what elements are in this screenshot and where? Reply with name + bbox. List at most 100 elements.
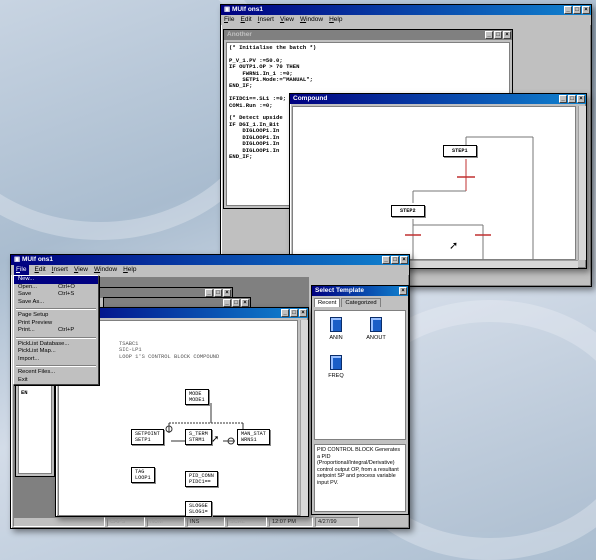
sfc-step[interactable]: STEP2 bbox=[391, 205, 425, 217]
menu-insert[interactable]: Insert bbox=[258, 15, 274, 25]
menu-file[interactable]: File bbox=[14, 265, 29, 275]
minimize-button[interactable]: _ bbox=[382, 256, 390, 264]
file-menu-print[interactable]: Print... Ctrl+P bbox=[14, 327, 98, 335]
status-ins: INS bbox=[187, 517, 225, 527]
template-panel: Select Template × Recent Categorized ANI… bbox=[311, 285, 409, 515]
file-menu-save-as[interactable]: Save As... bbox=[14, 299, 98, 307]
minimize-button[interactable]: _ bbox=[223, 299, 231, 307]
maximize-button[interactable]: □ bbox=[391, 256, 399, 264]
vertical-scrollbar[interactable] bbox=[578, 106, 586, 260]
template-tabs: Recent Categorized bbox=[312, 296, 408, 307]
menu-shortcut: Ctrl+P bbox=[58, 327, 75, 333]
menu-item-label: Save As... bbox=[18, 298, 45, 305]
template-description: PID CONTROL BLOCK Generates a PID (Propo… bbox=[314, 444, 406, 512]
menu-file[interactable]: File bbox=[224, 15, 235, 25]
main-app-window: ▣ MUIf ons1 _ □ × File Edit Insert View Wi… bbox=[10, 254, 410, 529]
template-item-label: ANOUT bbox=[366, 335, 386, 341]
menu-view[interactable]: View bbox=[280, 15, 294, 25]
fbd-block-manstat[interactable]: MAN_STAT WRNS1 bbox=[237, 429, 270, 445]
top-app-menubar: File Edit Insert View Window Help bbox=[221, 15, 591, 25]
sfc-step[interactable]: STEP1 bbox=[443, 145, 477, 157]
close-button[interactable]: × bbox=[399, 287, 407, 295]
maximize-button[interactable]: □ bbox=[568, 95, 576, 103]
main-app-titlebar: ▣ MUIf ons1 _ □ × bbox=[11, 255, 409, 265]
close-button[interactable]: × bbox=[577, 95, 585, 103]
menu-view[interactable]: View bbox=[74, 265, 88, 275]
maximize-button[interactable]: □ bbox=[232, 299, 240, 307]
menu-help[interactable]: Help bbox=[123, 265, 136, 275]
template-item-anin[interactable]: ANIN bbox=[321, 317, 351, 341]
minimize-button[interactable]: _ bbox=[564, 6, 572, 14]
close-button[interactable]: × bbox=[400, 256, 408, 264]
menu-separator bbox=[16, 365, 96, 367]
tab-categorized[interactable]: Categorized bbox=[341, 298, 381, 307]
file-menu-exit[interactable]: Exit bbox=[14, 377, 98, 385]
fbd-block-tag[interactable]: TAG LOOP1 bbox=[131, 467, 155, 483]
menu-insert[interactable]: Insert bbox=[52, 265, 68, 275]
menu-item-label: Import... bbox=[18, 355, 40, 362]
fbd-block-slogger[interactable]: SLOGGE SLOG1= bbox=[185, 501, 212, 517]
menu-item-label: Open... bbox=[18, 283, 38, 290]
file-menu-print-preview[interactable]: Print Preview bbox=[14, 320, 98, 328]
vertical-scrollbar[interactable] bbox=[300, 320, 308, 516]
compound-title: Compound bbox=[293, 95, 328, 102]
minimize-button[interactable]: _ bbox=[281, 309, 289, 317]
menu-window[interactable]: Window bbox=[300, 15, 323, 25]
menu-edit[interactable]: Edit bbox=[241, 15, 252, 25]
file-menu-picklist-database[interactable]: PickList Database... bbox=[14, 341, 98, 349]
file-menu-picklist-map[interactable]: PickList Map... bbox=[14, 348, 98, 356]
menu-item-label: PickList Map... bbox=[18, 348, 56, 354]
file-menu-new[interactable]: New... bbox=[14, 276, 98, 284]
template-item-label: FREQ bbox=[328, 373, 344, 379]
maximize-button[interactable]: □ bbox=[573, 6, 581, 14]
file-menu-recent-files[interactable]: Recent Files... bbox=[14, 369, 98, 377]
template-title: Select Template bbox=[315, 287, 365, 294]
menu-window[interactable]: Window bbox=[94, 265, 117, 275]
file-menu-import[interactable]: Import... bbox=[14, 356, 98, 364]
maximize-button[interactable]: □ bbox=[494, 31, 502, 39]
compound-titlebar: Compound _ □ × bbox=[290, 94, 586, 104]
fbd-block-mode[interactable]: MODE MODE1 bbox=[185, 389, 209, 405]
close-button[interactable]: × bbox=[241, 299, 249, 307]
menu-separator bbox=[16, 308, 96, 310]
menu-edit[interactable]: Edit bbox=[35, 265, 46, 275]
sfc-connections bbox=[405, 136, 534, 261]
status-num: NUM bbox=[147, 517, 185, 527]
main-app-title: MUIf ons1 bbox=[21, 256, 54, 263]
close-button[interactable]: × bbox=[582, 6, 590, 14]
main-app-menubar: File Edit Insert View Window Help bbox=[11, 265, 409, 275]
close-button[interactable]: × bbox=[299, 309, 307, 317]
minimize-button[interactable]: _ bbox=[485, 31, 493, 39]
template-item-anout[interactable]: ANOUT bbox=[361, 317, 391, 341]
mouse-cursor-icon: ➚ bbox=[449, 240, 459, 252]
top-app-title: MUIf ons1 bbox=[231, 6, 264, 13]
fbd-block-sterm[interactable]: S_TERM STRM1 bbox=[185, 429, 212, 445]
maximize-button[interactable]: □ bbox=[214, 289, 222, 297]
menu-help[interactable]: Help bbox=[329, 15, 342, 25]
status-date: 4/27/99 bbox=[315, 517, 359, 527]
close-button[interactable]: × bbox=[223, 289, 231, 297]
minimize-button[interactable]: _ bbox=[559, 95, 567, 103]
menu-item-label: Exit bbox=[18, 376, 28, 383]
minimize-button[interactable]: _ bbox=[205, 289, 213, 297]
top-app-titlebar: ▣ MUIf ons1 _ □ × bbox=[221, 5, 591, 15]
app-icon: ▣ bbox=[224, 6, 232, 13]
fbd-block-setpoint[interactable]: SETPOINT SETP1 bbox=[131, 429, 164, 445]
side-label: EN bbox=[21, 389, 28, 396]
sfc-canvas[interactable]: STEP1 STEP2 ➚ bbox=[292, 106, 576, 261]
file-menu: New... Open... Ctrl+O Save Ctrl+S Save As.… bbox=[13, 275, 99, 385]
template-description-text: PID CONTROL BLOCK Generates a PID (Propo… bbox=[317, 447, 401, 486]
template-titlebar: Select Template × bbox=[312, 286, 408, 296]
menu-item-label: Save bbox=[18, 291, 32, 297]
file-menu-open[interactable]: Open... Ctrl+O bbox=[14, 284, 98, 292]
block-template-icon bbox=[370, 317, 382, 332]
close-button[interactable]: × bbox=[503, 31, 511, 39]
template-item-freq[interactable]: FREQ bbox=[321, 355, 351, 379]
fbd-block-pidconn[interactable]: PID_CONN PIDC1== bbox=[185, 471, 218, 487]
tab-recent[interactable]: Recent bbox=[314, 298, 341, 307]
mouse-cursor-icon: ➚ bbox=[211, 434, 220, 445]
file-menu-page-setup[interactable]: Page Setup bbox=[14, 312, 98, 320]
maximize-button[interactable]: □ bbox=[290, 309, 298, 317]
status-caps: CAPS bbox=[107, 517, 145, 527]
file-menu-save[interactable]: Save Ctrl+S bbox=[14, 291, 98, 299]
